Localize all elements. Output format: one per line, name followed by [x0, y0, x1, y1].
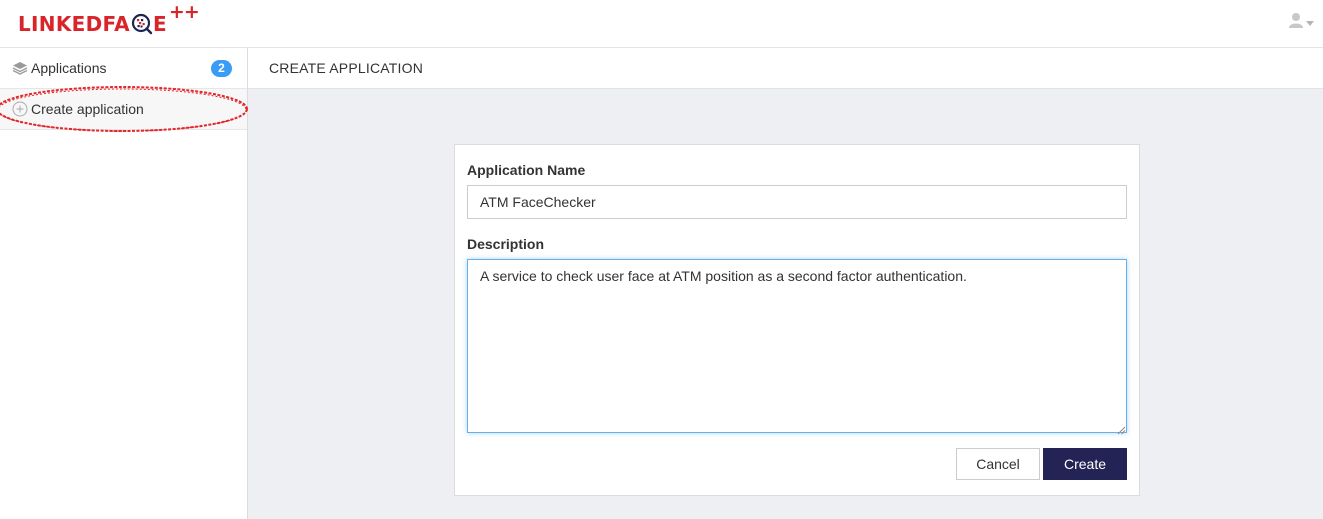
user-menu[interactable]	[1289, 12, 1315, 32]
create-button[interactable]: Create	[1043, 448, 1127, 480]
sidebar-item-label: Applications	[31, 60, 107, 76]
caret-down-icon	[1306, 13, 1314, 31]
face-scan-icon	[131, 13, 153, 35]
create-application-form: Application Name Description A service t…	[454, 144, 1140, 496]
cancel-button[interactable]: Cancel	[956, 448, 1040, 480]
top-bar: LINKEDFA E ++	[0, 0, 1323, 48]
plus-circle-icon	[12, 101, 28, 117]
resize-handle-icon[interactable]	[1116, 422, 1126, 435]
brand-name-right: E	[152, 12, 167, 36]
description-label: Description	[467, 236, 545, 252]
brand-superscript: ++	[168, 1, 200, 23]
brand-name-left: LINKEDFA	[18, 12, 130, 36]
application-name-label: Application Name	[467, 162, 586, 178]
main-content: CREATE APPLICATION Application Name Desc…	[248, 48, 1323, 519]
sidebar-item-label: Create application	[31, 101, 144, 117]
brand-logo[interactable]: LINKEDFA E ++	[18, 1, 200, 44]
page-header: CREATE APPLICATION	[248, 48, 1323, 89]
sidebar-item-create-application[interactable]: Create application	[0, 89, 247, 130]
sidebar: Applications 2 Create application	[0, 48, 248, 519]
page-title: CREATE APPLICATION	[269, 60, 424, 76]
user-avatar-icon	[1289, 12, 1303, 33]
sidebar-item-applications[interactable]: Applications 2	[0, 48, 247, 89]
applications-count-badge: 2	[211, 60, 232, 77]
application-name-input[interactable]	[467, 185, 1127, 219]
layers-icon	[12, 60, 28, 76]
description-textarea[interactable]: A service to check user face at ATM posi…	[467, 259, 1127, 433]
